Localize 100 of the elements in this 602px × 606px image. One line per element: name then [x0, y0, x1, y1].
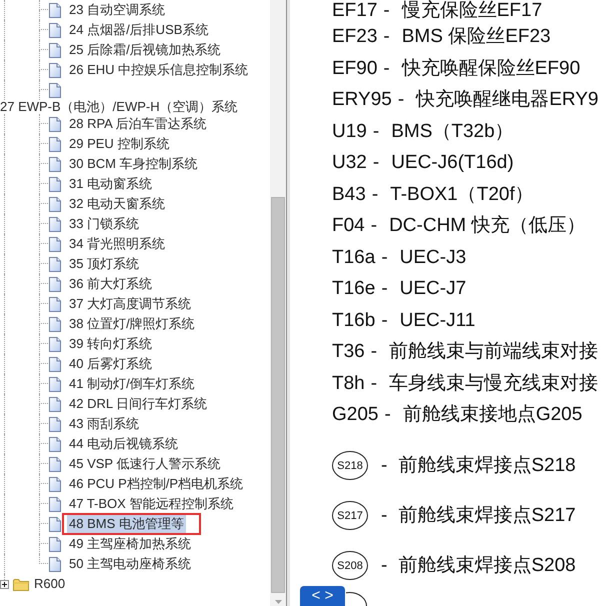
expand-icon[interactable]: [0, 580, 9, 588]
tree-item[interactable]: 29 PEU 控制系统: [67, 135, 172, 153]
document-icon: [49, 436, 61, 452]
connector-description: DC-CHM 快充（低压）: [389, 215, 586, 236]
document-icon: [49, 236, 61, 252]
splice-symbol: S217: [332, 501, 368, 530]
separator-text: -: [381, 555, 388, 576]
connector-code: T36: [332, 341, 365, 362]
connector-code: EF17: [332, 0, 378, 21]
tree-item[interactable]: 30 BCM 车身控制系统: [67, 155, 200, 173]
separator-text: -: [383, 26, 390, 48]
tree-item[interactable]: 33 门锁系统: [67, 215, 142, 233]
connector-description: UEC-J3: [400, 246, 466, 268]
tree-folder-item[interactable]: R600: [32, 575, 68, 593]
tree-item[interactable]: 44 电动后视镜系统: [67, 435, 180, 453]
connector-description: 慢充保险丝EF17: [402, 0, 542, 21]
tree-item[interactable]: 23 自动空调系统: [67, 1, 168, 19]
document-icon: [49, 556, 61, 572]
tree-item[interactable]: 25 后除霜/后视镜加热系统: [67, 41, 223, 59]
tree-item[interactable]: 40 后雾灯系统: [67, 355, 154, 373]
tree-item[interactable]: 50 主驾电动座椅系统: [67, 555, 194, 573]
splice-description: 前舱线束焊接点S208: [398, 555, 576, 576]
connector-description: T-BOX1（T20f）: [390, 184, 534, 205]
folder-icon: [13, 578, 29, 590]
document-icon: [49, 276, 61, 292]
document-icon: [49, 456, 61, 472]
tree-item[interactable]: 39 转向灯系统: [67, 335, 154, 353]
tree-item[interactable]: 47 T-BOX 智能远程控制系统: [67, 495, 236, 513]
tree-item[interactable]: 48 BMS 电池管理等: [67, 515, 186, 533]
connector-code: EF90: [332, 58, 378, 79]
document-icon: [49, 476, 61, 492]
separator-text: -: [383, 58, 390, 79]
connector-description: 车身线束与慢充线束对接: [389, 372, 598, 394]
document-icon: [49, 62, 61, 78]
document-icon: [49, 356, 61, 372]
document-icon: [49, 296, 61, 312]
connector-description: UEC-J7: [400, 278, 466, 300]
tree-item[interactable]: 32 电动天窗系统: [67, 195, 168, 213]
document-icon: [49, 156, 61, 172]
nav-toggle-button[interactable]: < >: [300, 586, 345, 606]
tree-item[interactable]: 35 顶灯系统: [67, 255, 142, 273]
connector-description: 前舱线束与前端线束对接: [389, 341, 598, 362]
document-icon: [49, 396, 61, 412]
connector-description: 快充唤醒保险丝EF90: [402, 58, 580, 79]
tree-item[interactable]: 43 雨刮系统: [67, 415, 142, 433]
tree-item[interactable]: 45 VSP 低速行人警示系统: [67, 455, 222, 473]
separator-text: -: [372, 184, 378, 205]
document-icon: [49, 136, 61, 152]
tree-item[interactable]: 26 EHU 中控娱乐信息控制系统: [67, 61, 250, 79]
connector-description: BMS 保险丝EF23: [402, 26, 551, 48]
separator-text: -: [370, 341, 378, 362]
connector-description: 前舱线束接地点G205: [402, 404, 582, 426]
connector-description: 快充唤醒继电器ERY9: [416, 89, 598, 110]
document-icon: [49, 336, 61, 352]
document-icon: [49, 42, 61, 58]
document-icon: [49, 176, 61, 192]
tree-item[interactable]: 41 制动灯/倒车灯系统: [67, 375, 197, 393]
tree-item[interactable]: 24 点烟器/后排USB系统: [67, 21, 210, 39]
separator-text: -: [381, 246, 388, 268]
connector-code: U19: [332, 120, 367, 142]
separator-text: -: [398, 89, 404, 110]
separator-text: -: [381, 505, 388, 526]
circle-outline-icon: [346, 592, 368, 606]
splice-symbol: S208: [332, 551, 368, 580]
document-icon: [49, 256, 61, 272]
connector-code: T16b: [332, 310, 376, 331]
tree-item[interactable]: 38 位置灯/牌照灯系统: [67, 315, 197, 333]
connector-code: G205: [332, 404, 378, 426]
connector-description: BMS（T32b）: [391, 120, 514, 142]
connector-description: UEC-J11: [400, 310, 476, 331]
tree-item[interactable]: 42 DRL 日间行车灯系统: [67, 395, 210, 413]
tree-item[interactable]: 46 PCU P档控制/P档电机系统: [67, 475, 246, 493]
connector-description: UEC-J6(T16d): [391, 152, 514, 174]
separator-text: -: [381, 310, 388, 331]
document-icon: [49, 416, 61, 432]
scrollbar-thumb[interactable]: [271, 197, 285, 593]
tree-item[interactable]: 28 RPA 后泊车雷达系统: [67, 115, 209, 133]
tree-item[interactable]: 34 背光照明系统: [67, 235, 168, 253]
separator-text: -: [381, 278, 388, 300]
separator-text: -: [372, 152, 380, 174]
tree-item[interactable]: 37 大灯高度调节系统: [67, 295, 194, 313]
document-icon: [49, 196, 61, 212]
document-icon: [49, 376, 61, 392]
connector-code: ERY95: [332, 89, 392, 110]
separator-text: -: [383, 0, 390, 21]
splice-description: 前舱线束焊接点S218: [398, 455, 576, 476]
tree-item[interactable]: 49 主驾座椅加热系统: [67, 535, 194, 553]
tree-item[interactable]: 36 前大灯系统: [67, 275, 154, 293]
splice-description: 前舱线束焊接点S217: [398, 505, 576, 526]
splice-symbol: S218: [332, 451, 368, 480]
tree-item[interactable]: 31 电动窗系统: [67, 175, 154, 193]
separator-text: -: [372, 120, 380, 142]
document-icon: [49, 22, 61, 38]
connector-code: T16a: [332, 246, 376, 268]
separator-text: -: [370, 372, 378, 394]
separator-text: -: [384, 404, 391, 426]
scroll-down-icon[interactable]: [274, 600, 282, 604]
document-icon: [49, 216, 61, 232]
connector-code: EF23: [332, 26, 378, 48]
document-icon: [49, 496, 61, 512]
